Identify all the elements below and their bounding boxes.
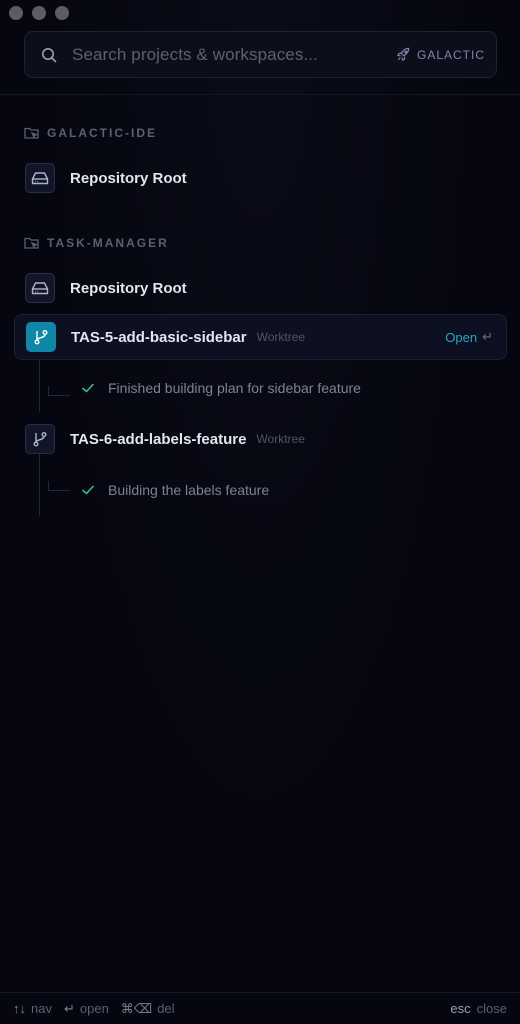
search-icon [42,47,57,62]
window-controls [9,6,69,20]
search-bar[interactable]: Search projects & workspaces... GALACTIC [24,31,497,78]
open-action-label: Open [445,329,478,345]
return-key-icon: ↵ [482,329,493,344]
tree-connector [39,352,40,412]
worktree-tag: Worktree [256,432,305,446]
hint-label: nav [31,1001,52,1016]
command-delete-icon: ⌘⌫ [120,1000,153,1016]
rocket-icon [397,47,410,61]
row-label: TAS-5-add-basic-sidebar [71,328,247,346]
row-label: Repository Root [70,279,187,297]
return-key-icon: ↵ [63,1000,75,1016]
status-text: Finished building plan for sidebar featu… [108,380,361,396]
arrow-keys-icon: ↑↓ [13,1001,26,1016]
scope-badge-label: GALACTIC [416,47,485,62]
drive-icon [25,163,55,193]
hint-open: ↵ open [64,1001,109,1017]
hint-label: close [476,1001,507,1016]
search-input[interactable]: Search projects & workspaces... [72,45,396,65]
hint-close: esc close [450,1001,507,1016]
worktree-row-tas-5[interactable]: TAS-5-add-basic-sidebar Worktree Open ↵ [14,314,507,360]
status-text: Building the labels feature [108,482,270,498]
header-divider [0,94,520,95]
tree-elbow [48,481,70,491]
tree-connector [39,454,40,516]
git-branch-icon [26,322,56,352]
esc-key: esc [450,1001,471,1016]
hint-nav: ↑↓ nav [13,1001,52,1016]
check-icon [82,383,94,393]
folder-icon [24,127,39,139]
keyboard-hints-footer: ↑↓ nav ↵ open ⌘⌫ del esc close [0,992,520,1024]
hint-delete: ⌘⌫ del [121,1001,175,1017]
group-header-task-manager: TASK-MANAGER [24,236,169,250]
group-name: GALACTIC-IDE [47,126,157,140]
close-window-button[interactable] [9,6,23,20]
hint-label: del [157,1001,175,1016]
drive-icon [25,273,55,303]
status-line-tas-5: Finished building plan for sidebar featu… [82,380,361,396]
tree-elbow [48,386,70,396]
worktree-row-tas-6[interactable]: TAS-6-add-labels-feature Worktree [14,416,507,462]
minimize-window-button[interactable] [32,6,46,20]
row-label: TAS-6-add-labels-feature [70,430,247,448]
scope-badge[interactable]: GALACTIC [396,47,485,62]
hint-label: open [79,1001,109,1016]
project-row-task-manager-root[interactable]: Repository Root [14,265,507,311]
maximize-window-button[interactable] [55,6,69,20]
check-icon [82,485,94,495]
open-action[interactable]: Open ↵ [445,329,493,345]
group-name: TASK-MANAGER [47,236,169,250]
project-row-galactic-ide-root[interactable]: Repository Root [14,155,507,201]
git-branch-icon [25,424,55,454]
group-header-galactic-ide: GALACTIC-IDE [24,126,157,140]
row-label: Repository Root [70,169,187,187]
folder-icon [24,237,39,249]
status-line-tas-6: Building the labels feature [82,482,269,498]
command-palette-window: Search projects & workspaces... GALACTIC… [0,0,520,1024]
worktree-tag: Worktree [256,330,306,344]
